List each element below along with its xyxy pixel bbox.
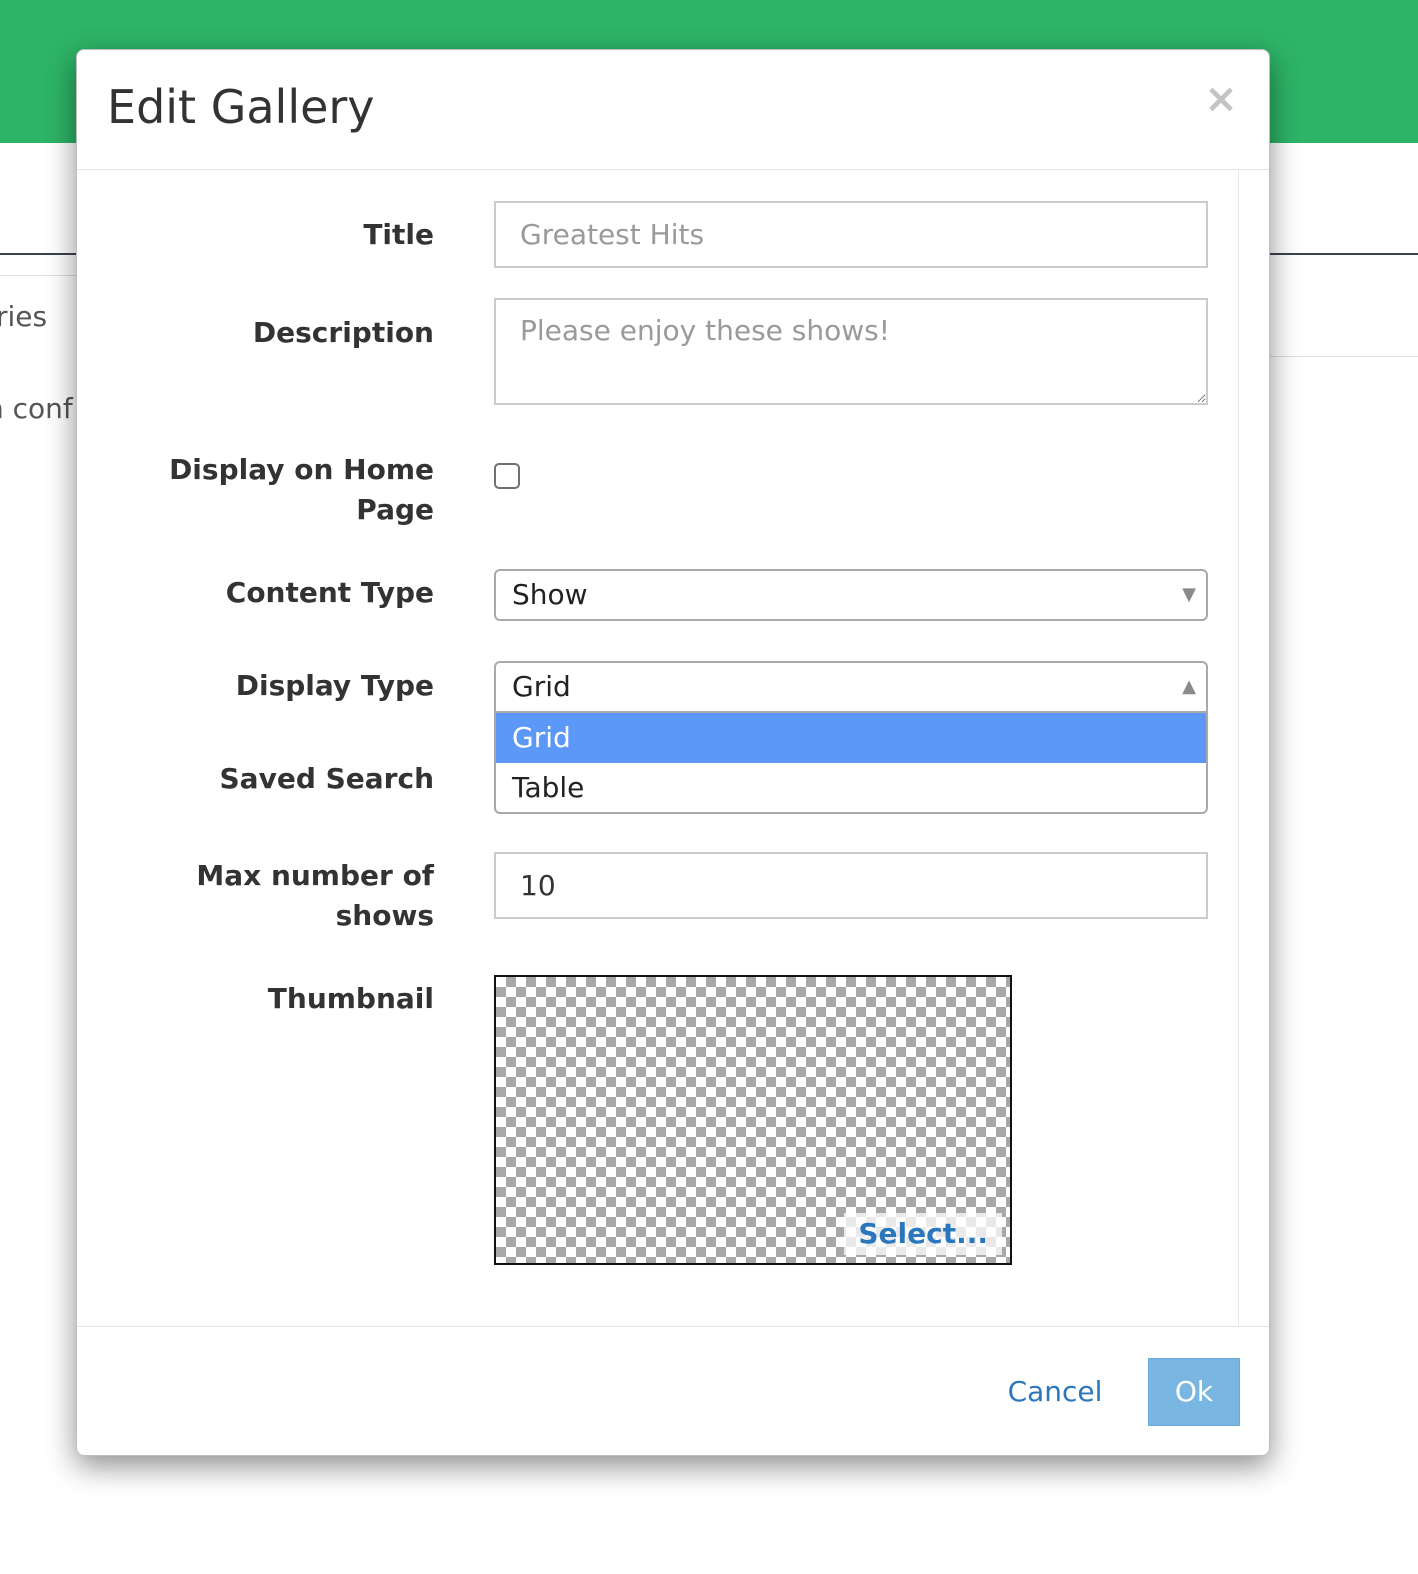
- edit-gallery-modal: Edit Gallery × Title Description Display…: [76, 49, 1270, 1456]
- cancel-button[interactable]: Cancel: [997, 1359, 1113, 1425]
- max-number-label: Max number of shows: [196, 856, 434, 936]
- ok-button[interactable]: Ok: [1148, 1358, 1240, 1426]
- display-type-label: Display Type: [235, 669, 434, 702]
- page: ries n conf Edit Gallery × Title Descrip…: [0, 0, 1418, 1574]
- display-on-home-page-label-line1: Display on Home: [169, 453, 434, 486]
- display-on-home-page-label: Display on Home Page: [169, 450, 434, 530]
- dropdown-option-table[interactable]: Table: [496, 763, 1206, 813]
- display-on-home-page-checkbox[interactable]: [494, 463, 520, 489]
- background-text-fragment: ries: [0, 300, 48, 333]
- max-number-input[interactable]: [494, 852, 1208, 919]
- chevron-down-icon: ▼: [1182, 584, 1196, 605]
- modal-header: Edit Gallery ×: [77, 50, 1269, 170]
- saved-search-label: Saved Search: [219, 762, 434, 795]
- modal-body-scrollbar[interactable]: [1238, 170, 1239, 1326]
- background-divider-left: [0, 275, 76, 276]
- thumbnail-select-link[interactable]: Select...: [844, 1213, 1002, 1255]
- modal-footer: Cancel Ok: [77, 1326, 1269, 1455]
- background-divider-right: [1268, 356, 1418, 357]
- title-input[interactable]: [494, 201, 1208, 268]
- content-type-label: Content Type: [225, 576, 434, 609]
- description-label: Description: [252, 316, 434, 349]
- content-type-select[interactable]: Show ▼: [494, 569, 1208, 621]
- chevron-up-icon: ▲: [1182, 676, 1196, 697]
- dropdown-option-grid[interactable]: Grid: [496, 713, 1206, 763]
- thumbnail-label: Thumbnail: [267, 982, 434, 1015]
- max-number-label-line1: Max number of: [196, 859, 434, 892]
- description-textarea[interactable]: [494, 298, 1208, 405]
- display-type-value: Grid: [512, 670, 571, 703]
- max-number-label-line2: shows: [335, 899, 434, 932]
- display-on-home-page-label-line2: Page: [356, 493, 434, 526]
- close-icon[interactable]: ×: [1201, 76, 1241, 122]
- title-label: Title: [363, 218, 434, 251]
- display-type-select[interactable]: Grid ▲: [494, 661, 1208, 713]
- display-type-dropdown: Grid Table: [494, 712, 1208, 814]
- thumbnail-preview: Select...: [494, 975, 1012, 1265]
- content-type-value: Show: [512, 578, 588, 611]
- background-text-fragment: n conf: [0, 392, 73, 425]
- modal-title: Edit Gallery: [107, 80, 375, 134]
